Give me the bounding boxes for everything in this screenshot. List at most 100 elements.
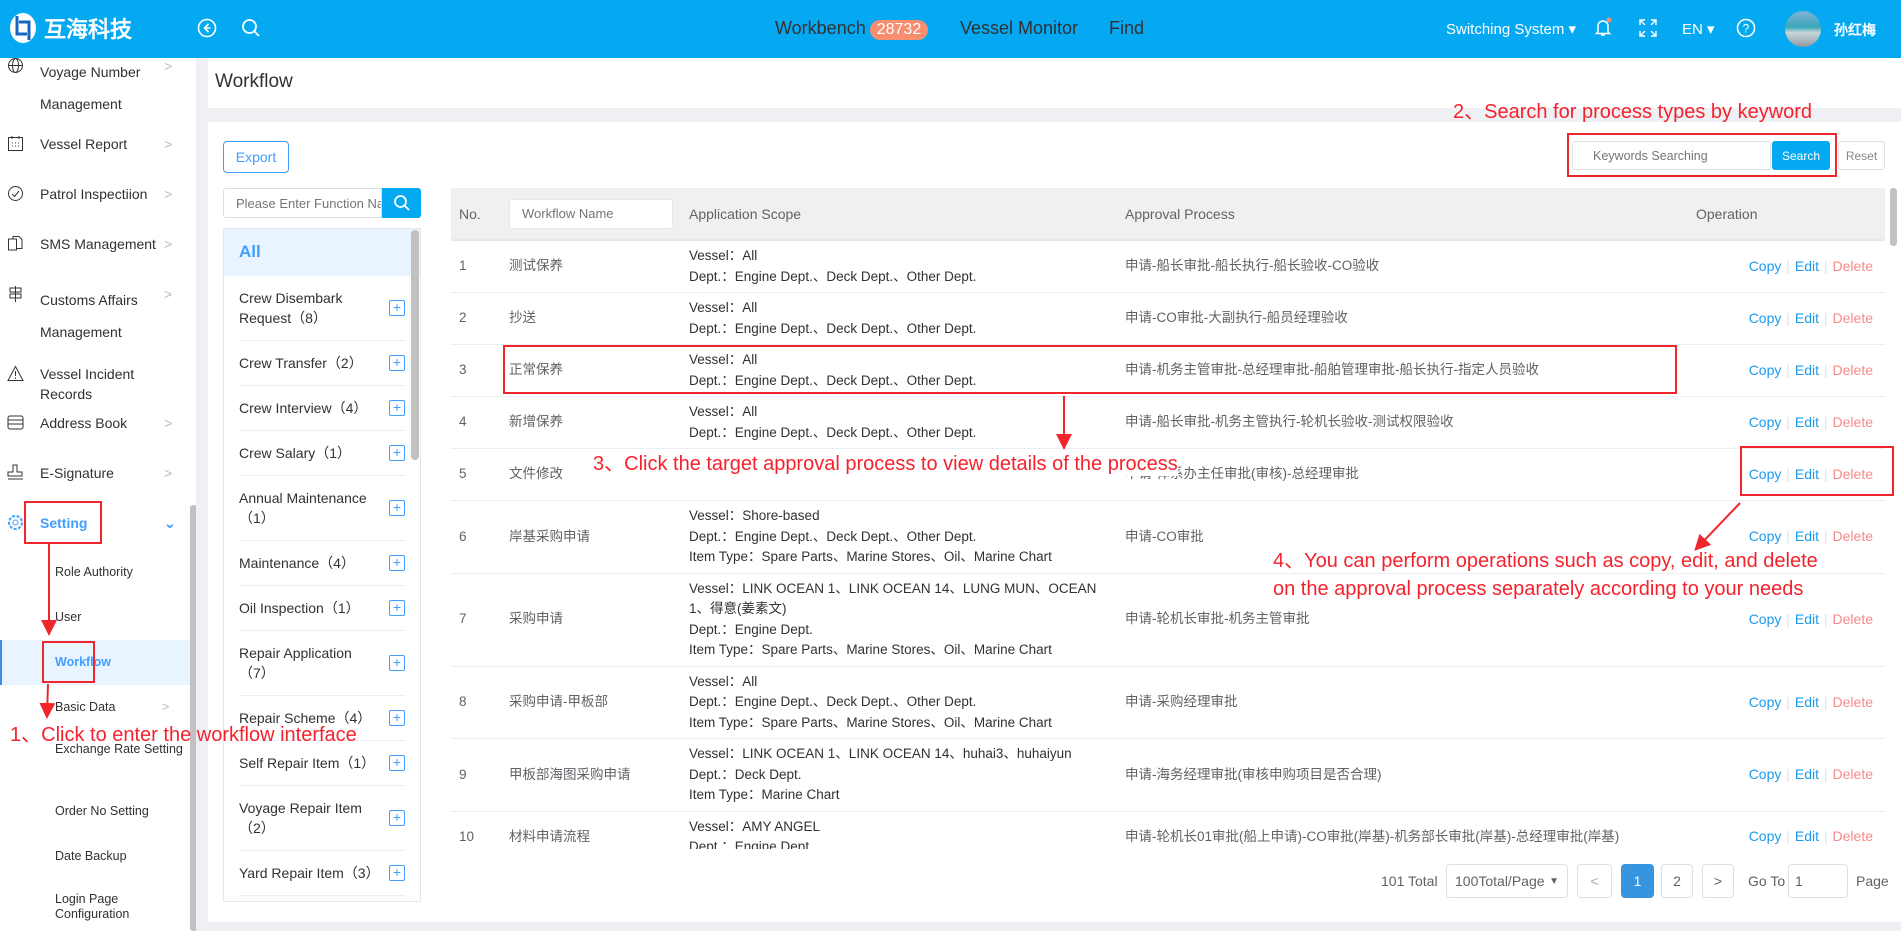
back-circle-icon[interactable] [196,17,218,39]
copy-link[interactable]: Copy [1749,362,1782,378]
help-icon[interactable]: ? [1735,17,1757,39]
next-page-button[interactable]: > [1702,864,1734,898]
copy-link[interactable]: Copy [1749,611,1782,627]
annotation-step4-line2: on the approval process separately accor… [1273,578,1804,600]
language-dropdown[interactable]: EN ▾ [1682,20,1715,38]
sidebar-subitem-date-backup[interactable]: Date Backup [55,847,185,865]
category-label: Yard Repair Item（3） [239,865,380,881]
delete-link[interactable]: Delete [1833,766,1873,782]
delete-link[interactable]: Delete [1833,694,1873,710]
brand-name: 互海科技 [44,17,133,42]
cell-name[interactable]: 岸基采购申请 [501,500,681,574]
sidebar-subitem-user[interactable]: User [55,608,185,626]
scope-line: Vessel：LINK OCEAN 1、LINK OCEAN 14、huhai3… [689,746,1072,761]
table-row[interactable]: 10 材料申请流程 Vessel：AMY ANGEL Dept.：Engine D… [451,811,1885,849]
page-2[interactable]: 2 [1661,864,1693,898]
delete-link[interactable]: Delete [1833,528,1873,544]
annotation-box-search [1567,133,1837,177]
sidebar-scrollbar[interactable] [190,505,196,931]
edit-link[interactable]: Edit [1795,258,1819,274]
avatar[interactable] [1785,11,1821,47]
caret-down-icon: ▾ [1568,21,1577,38]
sidebar-item-label: Vessel Report [40,136,128,152]
copy-link[interactable]: Copy [1749,258,1782,274]
copy-link[interactable]: Copy [1749,414,1782,430]
cell-approval[interactable]: 申请-采购经理审批 [1117,666,1644,739]
nav-vessel-monitor[interactable]: Vessel Monitor [960,18,1078,39]
cell-approval[interactable]: 申请-轮机长01审批(船上申请)-CO审批(岸基)-机务部长审批(岸基)-总经理… [1117,811,1644,849]
copy-link[interactable]: Copy [1749,828,1782,844]
cell-approval[interactable]: 申请-船长审批-船长执行-船长验收-CO验收 [1117,240,1644,293]
workflow-name-filter[interactable] [509,198,673,229]
cell-approval[interactable]: 申请-体系办主任审批(审核)-总经理审批 [1117,448,1644,501]
cell-name[interactable]: 材料申请流程 [501,811,681,849]
cell-approval[interactable]: 申请-CO审批-大副执行-船员经理验收 [1117,292,1644,345]
cell-name[interactable]: 测试保养 [501,240,681,293]
sidebar-subitem-login-page[interactable]: Login Page Configuration [55,892,145,922]
cell-operation: Copy | Edit | Delete [1644,292,1885,345]
cell-name[interactable]: 抄送 [501,292,681,345]
table-row[interactable]: 2 抄送 Vessel：All Dept.：Engine Dept.、Deck D… [451,292,1885,345]
switching-system-dropdown[interactable]: Switching System ▾ [1446,20,1576,38]
table-scrollbar[interactable] [1890,188,1897,246]
plus-icon[interactable]: + [389,865,405,881]
prev-page-button[interactable]: < [1577,864,1612,898]
edit-link[interactable]: Edit [1795,611,1819,627]
calendar-icon [8,136,23,151]
table-row[interactable]: 8 采购申请-甲板部 Vessel：All Dept.：Engine Dept.、… [451,666,1885,739]
sidebar-subitem-role-authority[interactable]: Role Authority [55,563,185,581]
delete-link[interactable]: Delete [1833,310,1873,326]
delete-link[interactable]: Delete [1833,362,1873,378]
edit-link[interactable]: Edit [1795,694,1819,710]
edit-link[interactable]: Edit [1795,828,1819,844]
edit-link[interactable]: Edit [1795,414,1819,430]
chevron-right-icon: > [164,465,173,481]
delete-link[interactable]: Delete [1833,258,1873,274]
table-row[interactable]: 1 测试保养 Vessel：All Dept.：Engine Dept.、Deck… [451,240,1885,293]
goto-page-input[interactable] [1788,864,1848,898]
user-name[interactable]: 孙红梅 [1834,20,1876,40]
logo[interactable]: 互海科技 [8,12,132,44]
copy-link[interactable]: Copy [1749,310,1782,326]
sidebar-subitem-order-no[interactable]: Order No Setting [55,802,185,820]
cell-no: 5 [451,448,501,501]
copy-link[interactable]: Copy [1749,766,1782,782]
cell-name[interactable]: 采购申请 [501,573,681,667]
category-item[interactable]: Yard Repair Item（3） + [239,851,405,896]
annotation-box-operations [1740,446,1894,496]
page-1[interactable]: 1 [1621,864,1654,898]
sidebar-subitem-label: Basic Data [55,700,116,714]
bell-icon[interactable] [1592,16,1614,38]
edit-link[interactable]: Edit [1795,528,1819,544]
table-row[interactable]: 9 甲板部海图采购申请 Vessel：LINK OCEAN 1、LINK OCE… [451,738,1885,812]
sidebar-subitem-basic-data[interactable]: Basic Data > [55,698,185,716]
cell-no: 9 [451,738,501,812]
sidebar-item-label: Address Book [40,415,128,431]
copy-link[interactable]: Copy [1749,694,1782,710]
delete-link[interactable]: Delete [1833,414,1873,430]
search-icon[interactable] [240,17,262,39]
cell-approval[interactable]: 申请-海务经理审批(审核申购项目是否合理) [1117,738,1644,812]
chevron-right-icon: > [164,136,173,152]
delete-link[interactable]: Delete [1833,611,1873,627]
nav-find[interactable]: Find [1109,18,1144,39]
nav-workbench[interactable]: Workbench 28732 [775,18,929,40]
delete-link[interactable]: Delete [1833,828,1873,844]
page-size-select[interactable]: 100Total/Page ▼ [1446,864,1568,898]
chevron-right-icon: > [164,186,173,202]
chevron-right-icon: > [164,58,173,74]
cell-approval[interactable]: 申请-船长审批-机务主管执行-轮机长验收-测试权限验收 [1117,396,1644,449]
cell-no: 7 [451,573,501,667]
scope-line: Item Type：Spare Parts、Marine Stores、Oil、… [689,714,1052,730]
fullscreen-icon[interactable] [1637,17,1659,39]
divider: | [1824,414,1828,430]
edit-link[interactable]: Edit [1795,310,1819,326]
copy-link[interactable]: Copy [1749,528,1782,544]
table-row[interactable]: 4 新增保养 Vessel：All Dept.：Engine Dept.、Deck… [451,396,1885,449]
cell-name[interactable]: 甲板部海图采购申请 [501,738,681,812]
edit-link[interactable]: Edit [1795,362,1819,378]
cell-name[interactable]: 采购申请-甲板部 [501,666,681,739]
cell-name[interactable]: 新增保养 [501,396,681,449]
edit-link[interactable]: Edit [1795,766,1819,782]
sidebar-item-voyage-number[interactable]: Voyage Number Management > [0,58,190,112]
